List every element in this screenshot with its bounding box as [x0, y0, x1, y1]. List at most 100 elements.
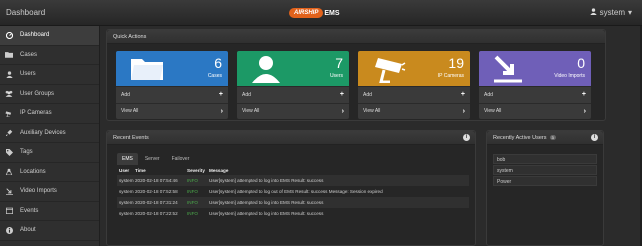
card-add-row[interactable]: Add + [237, 86, 349, 103]
view-all-label: View All [484, 108, 502, 115]
sidebar-item-video-imports[interactable]: Video Imports [0, 182, 99, 202]
event-message: User[system] attempted to log into EMS R… [209, 200, 324, 205]
table-row[interactable]: system 2020-02-18 07:52:58 INFO User[sys… [117, 186, 469, 197]
caret-down-icon: ▾ [627, 8, 632, 17]
dashboard-icon [5, 31, 13, 39]
event-time: 2020-02-18 07:22:52 [135, 211, 178, 216]
info-icon[interactable]: i [463, 134, 470, 141]
list-item[interactable]: system [493, 165, 597, 175]
event-time: 2020-02-18 07:31:24 [135, 200, 178, 205]
sidebar-item-label: Auxiliary Devices [20, 129, 66, 136]
column-header[interactable]: Severity [187, 168, 209, 173]
card-header[interactable]: 6 Cases [116, 51, 228, 86]
main-content: Quick Actions 6 Cases Add + View All › 7… [101, 26, 642, 246]
column-header[interactable]: Time [135, 168, 187, 173]
card-label: Cases [207, 73, 222, 79]
tab-ems[interactable]: EMS [117, 153, 138, 165]
event-severity: INFO [187, 189, 198, 194]
sidebar-item-user-groups[interactable]: User Groups [0, 85, 99, 104]
page-title: Dashboard [6, 8, 46, 17]
event-user: system [119, 200, 134, 205]
ip-cameras-card: 19 IP Cameras Add + View All › [358, 51, 470, 119]
events-table: User Time Severity Message system 2020-0… [117, 165, 469, 219]
user-icon [589, 8, 597, 17]
card-label: IP Cameras [437, 73, 464, 79]
table-row[interactable]: system 2020-02-18 07:54:46 INFO User[sys… [117, 175, 469, 186]
sidebar-item-cases[interactable]: Cases [0, 46, 99, 65]
plus-icon: + [339, 91, 344, 99]
column-header[interactable]: User [117, 168, 135, 173]
user-name: system [599, 8, 625, 17]
column-header[interactable]: Message [209, 168, 469, 173]
quick-actions-title: Quick Actions [107, 30, 605, 44]
recent-events-header: Recent Events i [107, 131, 475, 145]
sidebar-item-auxiliary-devices[interactable]: Auxiliary Devices [0, 124, 99, 143]
sidebar-item-events[interactable]: Events [0, 202, 99, 221]
card-header[interactable]: 0 Video Imports [479, 51, 591, 86]
card-view-all-row[interactable]: View All › [358, 102, 470, 119]
event-severity: INFO [187, 178, 198, 183]
sidebar-item-ip-cameras[interactable]: IP Cameras [0, 104, 99, 124]
sidebar-item-label: Dashboard [20, 32, 50, 39]
users-icon [5, 90, 13, 98]
plus-icon: + [581, 91, 586, 99]
sidebar-item-tags[interactable]: Tags [0, 143, 99, 163]
camera-icon [5, 109, 13, 117]
table-row[interactable]: system 2020-02-18 07:22:52 INFO User[sys… [117, 208, 469, 219]
user-icon [251, 55, 281, 85]
recent-events-panel: Recent Events i EMS Server Failover User… [106, 130, 476, 246]
chevron-right-icon: › [462, 107, 465, 115]
users-card: 7 Users Add + View All › [237, 51, 349, 119]
add-label: Add [363, 91, 372, 98]
add-label: Add [121, 91, 130, 98]
sidebar-item-label: Cases [20, 51, 38, 58]
sidebar-item-label: IP Cameras [20, 110, 52, 117]
recent-events-title: Recent Events [113, 135, 149, 141]
view-all-label: View All [121, 108, 139, 115]
sidebar: Dashboard Cases Users User Groups IP Cam… [0, 26, 100, 246]
recently-active-header: Recently Active Users 3 i [487, 131, 603, 145]
event-message: User[system] attempted to log into EMS R… [209, 178, 324, 183]
plus-icon: + [460, 91, 465, 99]
card-add-row[interactable]: Add + [479, 86, 591, 103]
tab-server[interactable]: Server [140, 153, 165, 165]
event-message: User[system] attempted to log out of EMS… [209, 189, 383, 194]
card-view-all-row[interactable]: View All › [116, 102, 228, 119]
logo-suffix: EMS [324, 9, 340, 17]
info-icon [5, 226, 13, 234]
table-header-row: User Time Severity Message [117, 165, 469, 175]
chevron-right-icon: › [583, 107, 586, 115]
card-header[interactable]: 7 Users [237, 51, 349, 86]
user-menu[interactable]: system ▾ [589, 8, 632, 17]
event-user: system [119, 189, 134, 194]
card-view-all-row[interactable]: View All › [237, 102, 349, 119]
folder-icon [130, 55, 164, 83]
card-count: 6 [214, 55, 222, 71]
info-icon[interactable]: i [591, 134, 598, 141]
cases-card: 6 Cases Add + View All › [116, 51, 228, 119]
sidebar-item-dashboard[interactable]: Dashboard [0, 26, 99, 46]
card-label: Users [329, 73, 343, 79]
sidebar-item-locations[interactable]: Locations [0, 163, 99, 182]
plug-icon [5, 129, 13, 137]
tab-failover[interactable]: Failover [167, 153, 195, 165]
plus-icon: + [218, 91, 223, 99]
card-add-row[interactable]: Add + [358, 86, 470, 103]
event-time: 2020-02-18 07:52:58 [135, 189, 178, 194]
sidebar-item-users[interactable]: Users [0, 65, 99, 85]
events-icon [5, 207, 13, 215]
list-item[interactable]: Power [493, 176, 597, 186]
card-header[interactable]: 19 IP Cameras [358, 51, 470, 86]
table-row[interactable]: system 2020-02-18 07:31:24 INFO User[sys… [117, 197, 469, 208]
camera-icon [372, 55, 406, 85]
list-item[interactable]: bob [493, 154, 597, 164]
card-count: 7 [335, 55, 343, 71]
sidebar-item-about[interactable]: About [0, 221, 99, 241]
sidebar-item-label: About [20, 227, 36, 234]
card-view-all-row[interactable]: View All › [479, 102, 591, 119]
recently-active-title: Recently Active Users [493, 135, 547, 141]
card-add-row[interactable]: Add + [116, 86, 228, 103]
chevron-right-icon: › [341, 107, 344, 115]
app-logo[interactable]: AIRSHIP EMS [289, 6, 340, 20]
add-label: Add [242, 91, 251, 98]
